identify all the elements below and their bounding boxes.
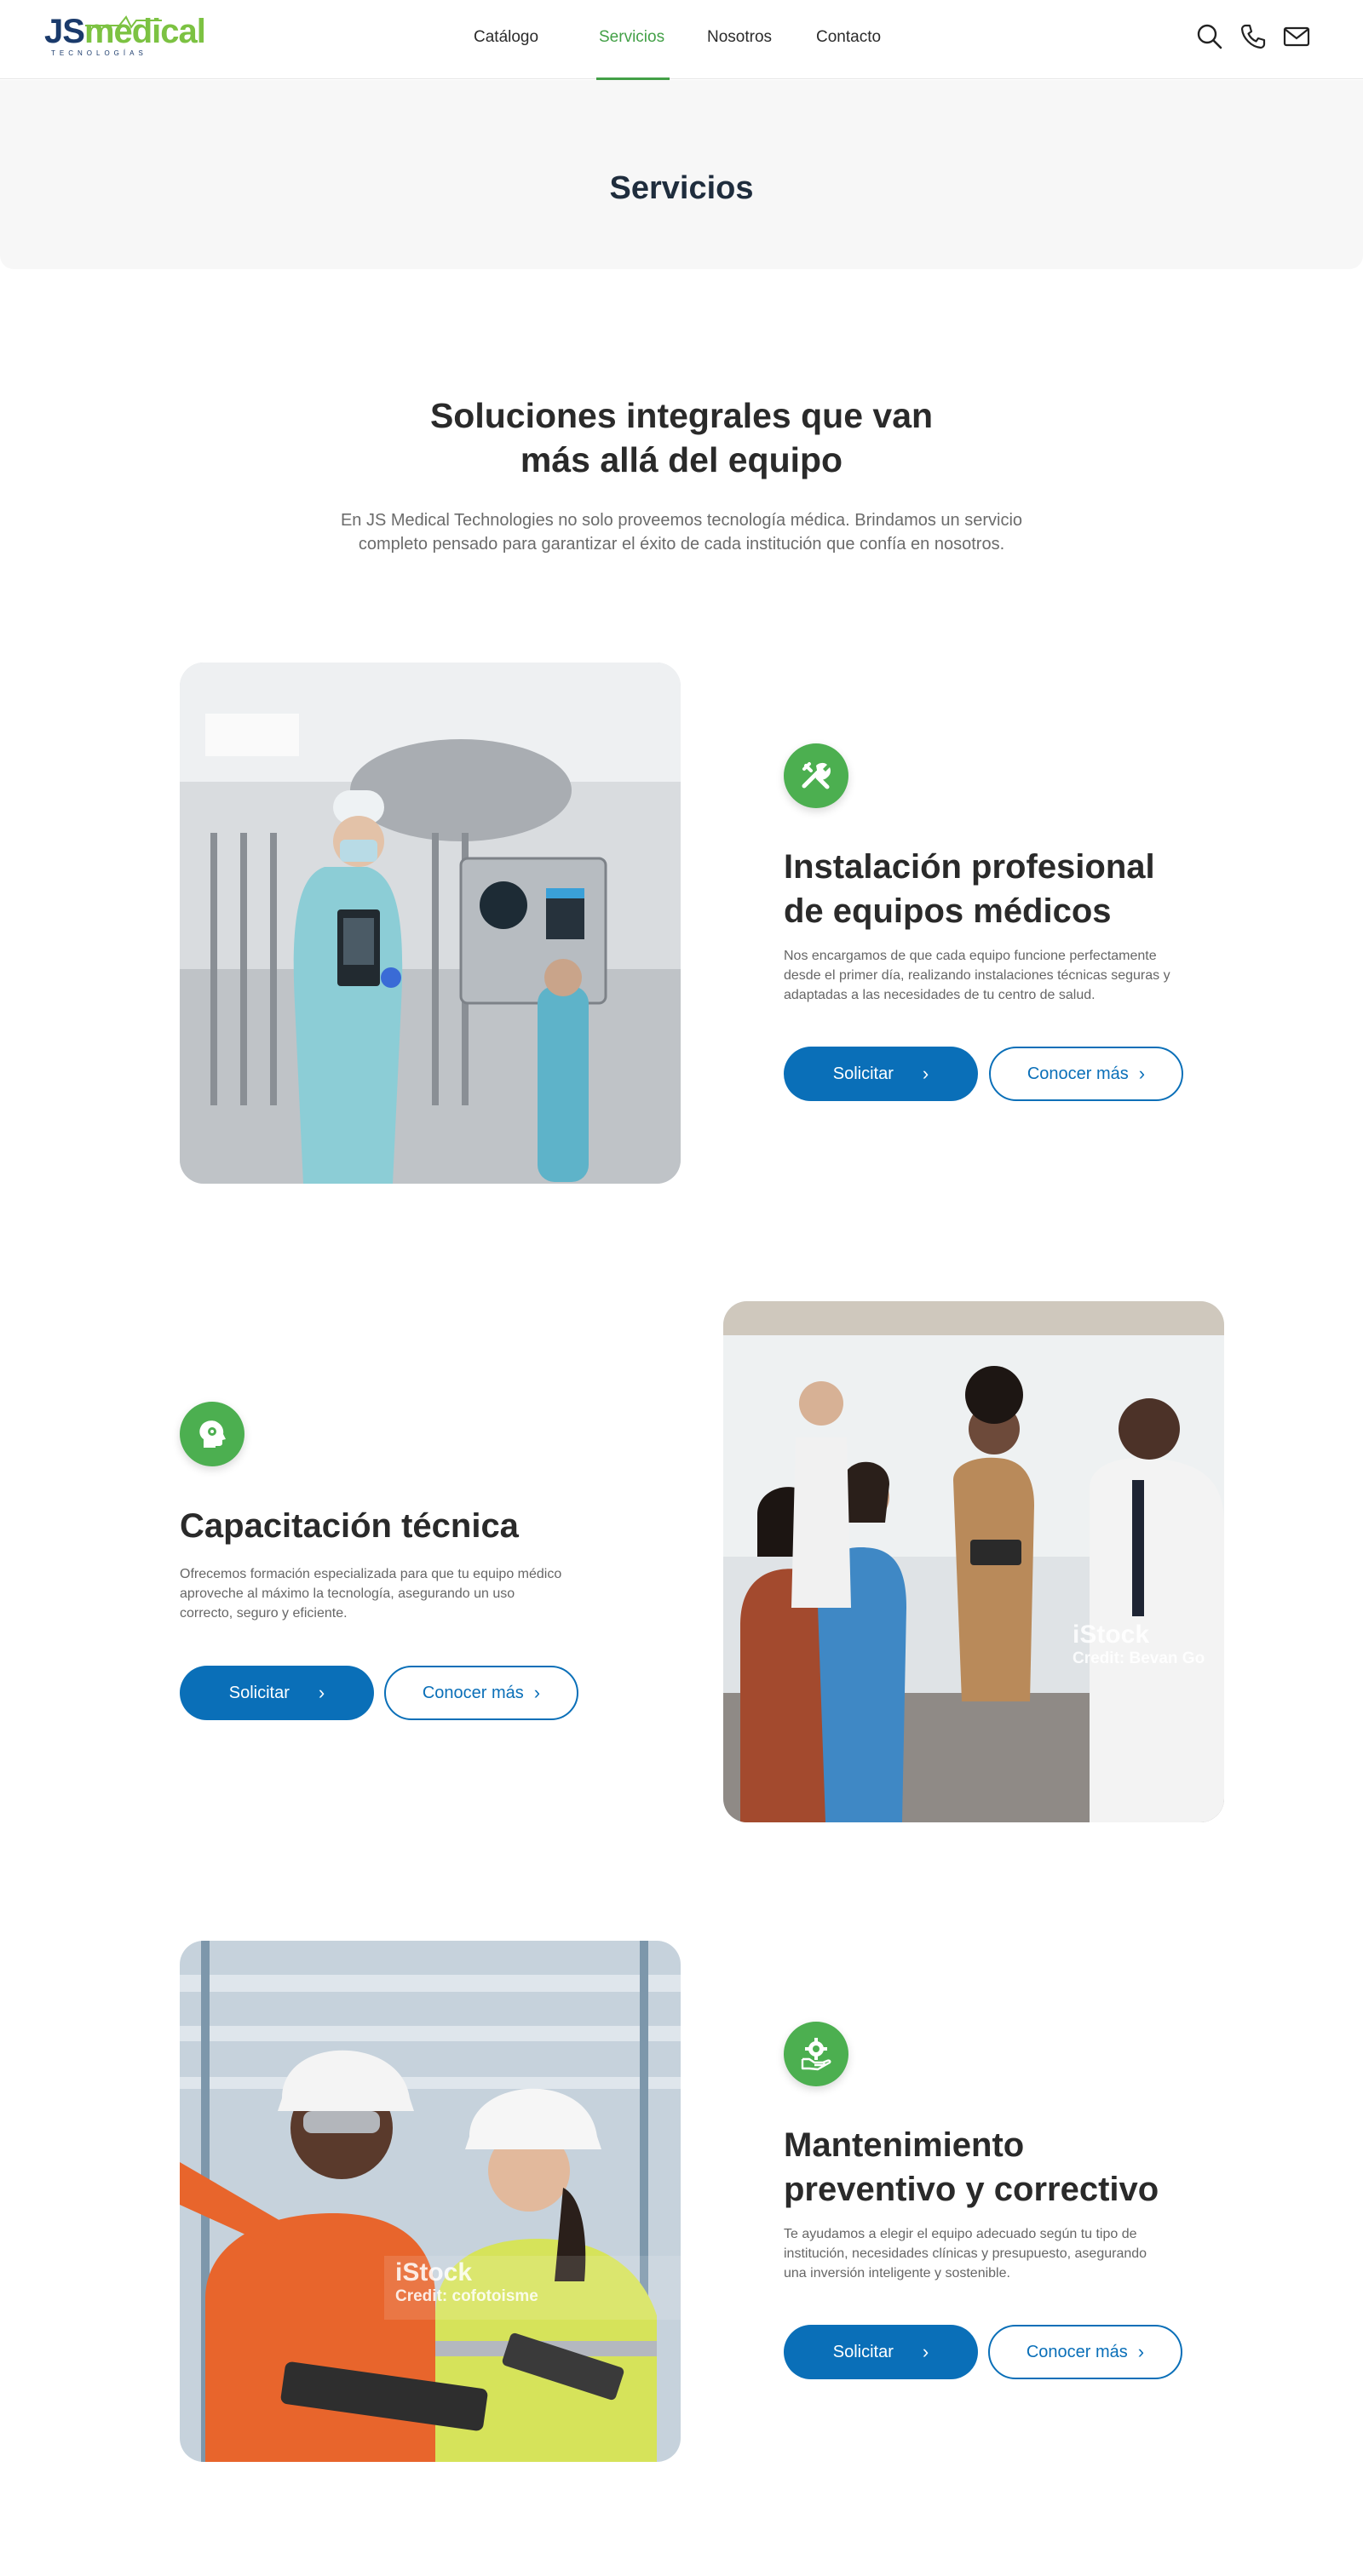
button-label: Solicitar [832, 2342, 894, 2361]
intro-title-line-1: Soluciones integrales que van [429, 396, 934, 435]
solicitar-button-instalacion[interactable]: Solicitar › [784, 1047, 978, 1101]
nav-link-catalogo[interactable]: Catálogo [474, 27, 538, 48]
intro-text-line-2: completo pensado para garantizar el éxit… [358, 535, 1005, 554]
phone-icon[interactable] [1239, 22, 1268, 51]
main-nav: Catálogo Servicios Nosotros Contacto [0, 0, 1363, 79]
service-text-capacitacion: Ofrecemos formación especializada para q… [180, 1564, 623, 1623]
stock-watermark: iStock Credit: cofotoisme [395, 2258, 538, 2306]
intro-title: Soluciones integrales que van más allá d… [341, 393, 1022, 482]
service-title-line-1: Mantenimiento [784, 2126, 1025, 2164]
tools-icon [784, 743, 848, 808]
page-title: Servicios [609, 170, 754, 206]
watermark-credit: Credit: Bevan Go [1073, 1649, 1205, 1667]
intro-text-line-1: En JS Medical Technologies no solo prove… [340, 511, 1023, 530]
head-gear-icon [180, 1402, 244, 1466]
service-text-line-1: Ofrecemos formación especializada para q… [180, 1567, 562, 1581]
conocer-mas-button-capacitacion[interactable]: Conocer más › [384, 1666, 578, 1720]
button-label: Conocer más [422, 1683, 524, 1702]
watermark-credit: Credit: cofotoisme [395, 2287, 538, 2305]
service-title-capacitacion: Capacitación técnica [180, 1504, 657, 1548]
intro-text: En JS Medical Technologies no solo prove… [281, 508, 1082, 556]
service-text-line-3: una inversión inteligente y sostenible. [784, 2266, 1010, 2281]
service-title-mantenimiento: Mantenimiento preventivo y correctivo [784, 2123, 1261, 2212]
hand-gear-icon [784, 2022, 848, 2086]
solicitar-button-capacitacion[interactable]: Solicitar › [180, 1666, 374, 1720]
training-photo: iStock Credit: Bevan Go [723, 1301, 1224, 1822]
button-label: Solicitar [832, 1064, 894, 1083]
intro-title-line-2: más allá del equipo [520, 440, 843, 479]
solicitar-button-mantenimiento[interactable]: Solicitar › [784, 2325, 978, 2379]
watermark-brand: iStock [395, 2258, 473, 2286]
mail-icon[interactable] [1282, 22, 1311, 51]
button-label: Conocer más [1026, 2342, 1128, 2361]
nav-link-servicios[interactable]: Servicios [599, 27, 664, 48]
installation-photo [180, 663, 681, 1184]
watermark-brand: iStock [1073, 1621, 1150, 1649]
chevron-right-icon: › [533, 1682, 541, 1703]
service-text-line-1: Nos encargamos de que cada equipo funcio… [784, 949, 1157, 963]
service-text-line-3: adaptadas a las necesidades de tu centro… [784, 988, 1096, 1002]
chevron-right-icon: › [1138, 1063, 1146, 1084]
service-text-line-3: correcto, seguro y eficiente. [180, 1606, 348, 1621]
service-text-mantenimiento: Te ayudamos a elegir el equipo adecuado … [784, 2224, 1227, 2283]
chevron-right-icon: › [922, 2341, 929, 2362]
site-header: JSmedical TECNOLOGÍAS Catálogo Servicios… [0, 0, 1363, 80]
service-text-line-2: desde el primer día, realizando instalac… [784, 968, 1170, 983]
button-label: Conocer más [1027, 1064, 1129, 1083]
service-text-instalacion: Nos encargamos de que cada equipo funcio… [784, 946, 1227, 1005]
stock-watermark: iStock Credit: Bevan Go [1073, 1621, 1205, 1668]
chevron-right-icon: › [922, 1063, 929, 1084]
search-icon[interactable] [1195, 22, 1224, 51]
service-title-line-1: Capacitación técnica [180, 1507, 519, 1545]
service-title-line-2: preventivo y correctivo [784, 2171, 1159, 2208]
chevron-right-icon: › [318, 1682, 325, 1703]
nav-link-contacto[interactable]: Contacto [816, 27, 881, 48]
chevron-right-icon: › [1137, 2341, 1145, 2362]
service-text-line-1: Te ayudamos a elegir el equipo adecuado … [784, 2227, 1137, 2241]
conocer-mas-button-instalacion[interactable]: Conocer más › [989, 1047, 1183, 1101]
maintenance-photo: iStock Credit: cofotoisme [180, 1941, 681, 2462]
conocer-mas-button-mantenimiento[interactable]: Conocer más › [988, 2325, 1182, 2379]
service-text-line-2: aproveche al máximo la tecnología, asegu… [180, 1586, 515, 1601]
button-label: Solicitar [228, 1683, 290, 1702]
service-title-instalacion: Instalación profesional de equipos médic… [784, 845, 1261, 933]
nav-link-nosotros[interactable]: Nosotros [707, 27, 772, 48]
service-title-line-1: Instalación profesional [784, 848, 1155, 886]
service-title-line-2: de equipos médicos [784, 892, 1112, 930]
service-text-line-2: institución, necesidades clínicas y pres… [784, 2246, 1147, 2261]
